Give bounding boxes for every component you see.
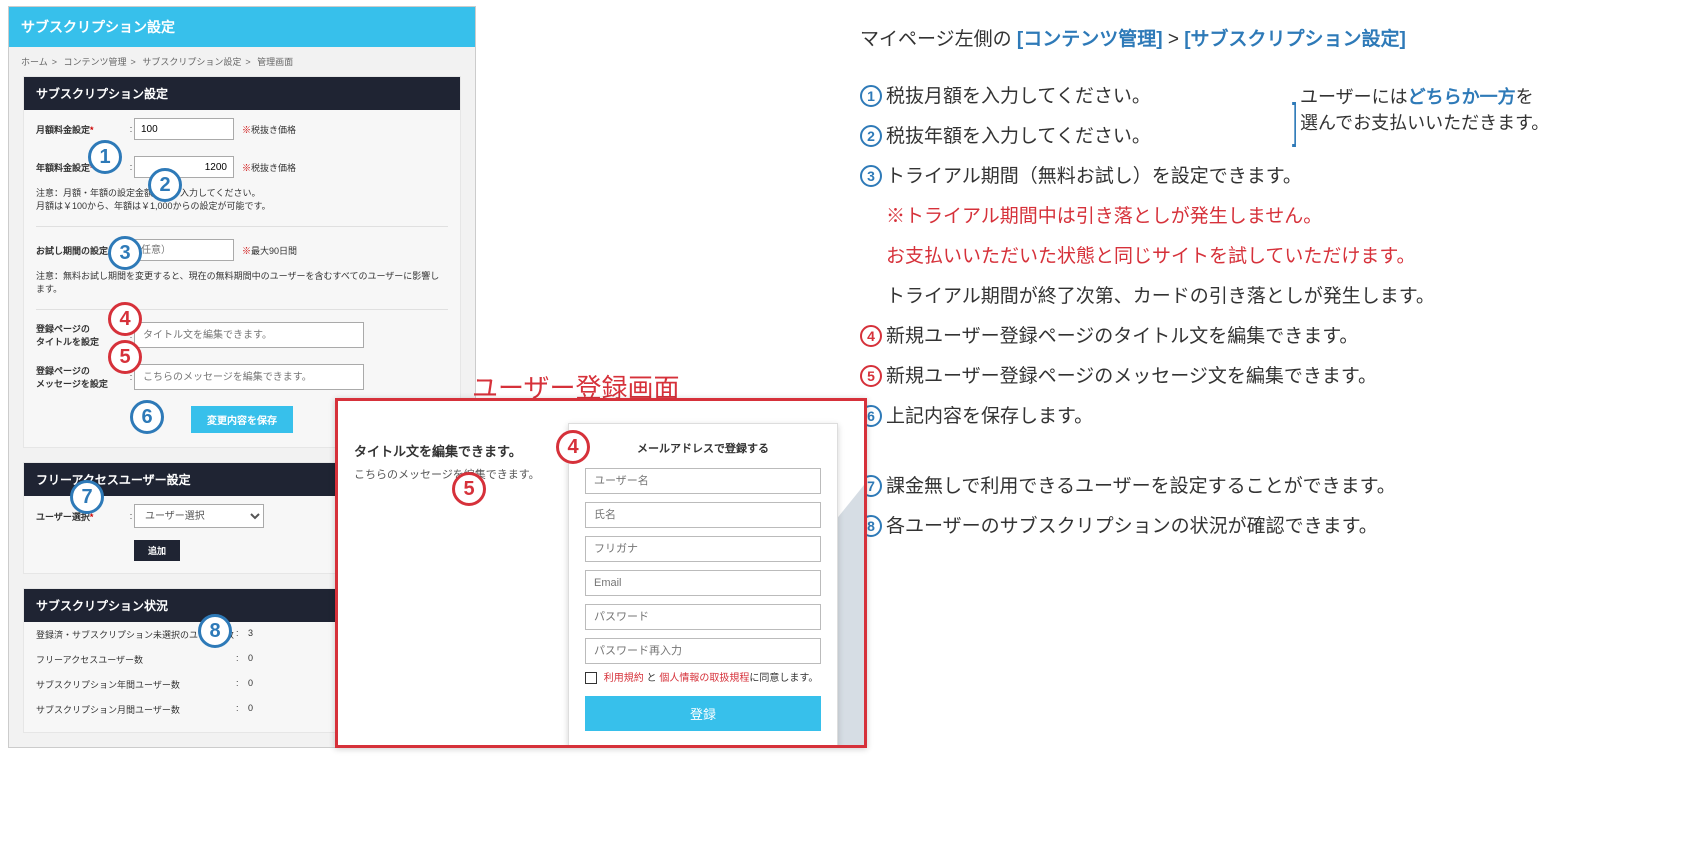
agree-checkbox[interactable] — [585, 672, 597, 684]
password-field[interactable] — [585, 604, 821, 630]
email-field[interactable] — [585, 570, 821, 596]
page-msg-input[interactable] — [134, 364, 364, 390]
fee-note: 注意：月額・年額の設定金額を必ず入力してください。 月額は￥100から、年額は￥… — [24, 186, 460, 222]
bracket-note: ] ユーザーにはどちらか一方を 選んでお支払いいただきます。 — [1300, 84, 1650, 136]
callout-8: 8 — [198, 614, 232, 648]
app-header: サブスクリプション設定 — [9, 7, 475, 47]
furigana-field[interactable] — [585, 536, 821, 562]
register-button[interactable]: 登録 — [585, 696, 821, 731]
password-confirm-field[interactable] — [585, 638, 821, 664]
inst-8: 8各ユーザーのサブスクリプションの状況が確認できます。 — [860, 507, 1680, 547]
inst-3a: ※トライアル期間中は引き落としが発生しません。 — [886, 197, 1680, 237]
monthly-fee-label: 月額料金設定* — [36, 123, 128, 136]
add-button[interactable]: 追加 — [134, 540, 180, 561]
inst-5: 5新規ユーザー登録ページのメッセージ文を編集できます。 — [860, 357, 1680, 397]
callout-3: 3 — [108, 236, 142, 270]
monthly-fee-hint: ※税抜き価格 — [242, 123, 296, 136]
save-button[interactable]: 変更内容を保存 — [191, 406, 293, 433]
monthly-fee-input[interactable] — [134, 118, 234, 140]
name-field[interactable] — [585, 502, 821, 528]
inst-3: 3トライアル期間（無料お試し）を設定できます。 — [860, 157, 1680, 197]
trial-input[interactable] — [134, 239, 234, 261]
page-title-input[interactable] — [134, 322, 364, 348]
callout-5b: 5 — [452, 472, 486, 506]
trial-note: 注意：無料お試し期間を変更すると、現在の無料期間中のユーザーを含むすべてのユーザ… — [24, 269, 460, 305]
yearly-fee-hint: ※税抜き価格 — [242, 161, 296, 174]
user-registration-preview: タイトル文を編集できます。 こちらのメッセージを編集できます。 メールアドレスで… — [335, 398, 867, 748]
inst-7: 7課金無しで利用できるユーザーを設定することができます。 — [860, 467, 1680, 507]
subscription-settings-panel: サブスクリプション設定 月額料金設定* : ※税抜き価格 年額料金設定* : ※… — [23, 76, 461, 448]
panel-title: サブスクリプション設定 — [24, 77, 460, 110]
instructions: マイページ左側の [コンテンツ管理] > [サブスクリプション設定] 1税抜月額… — [860, 24, 1680, 547]
breadcrumb-item: 管理画面 — [257, 57, 293, 67]
breadcrumb-item[interactable]: サブスクリプション設定 — [142, 57, 241, 67]
instructions-path: マイページ左側の [コンテンツ管理] > [サブスクリプション設定] — [860, 24, 1680, 51]
callout-1: 1 — [88, 140, 122, 174]
breadcrumb: ホーム> コンテンツ管理> サブスクリプション設定> 管理画面 — [9, 47, 475, 76]
callout-7: 7 — [70, 480, 104, 514]
callout-4b: 4 — [556, 430, 590, 464]
callout-4: 4 — [108, 302, 142, 336]
callout-6: 6 — [130, 400, 164, 434]
terms-link[interactable]: 利用規約 — [604, 673, 644, 684]
reg-title-text: タイトル文を編集できます。 — [354, 441, 554, 460]
reg-form: メールアドレスで登録する 利用規約 と 個人情報の取扱規程に同意します。 登録 — [568, 423, 838, 748]
inst-3b: お支払いいただいた状態と同じサイトを試していただけます。 — [886, 237, 1680, 277]
agree-line: 利用規約 と 個人情報の取扱規程に同意します。 — [585, 672, 821, 686]
trial-hint: ※最大90日間 — [242, 244, 297, 257]
breadcrumb-item[interactable]: ホーム — [21, 57, 48, 67]
inst-4: 4新規ユーザー登録ページのタイトル文を編集できます。 — [860, 317, 1680, 357]
callout-2: 2 — [148, 168, 182, 202]
inst-3c: トライアル期間が終了次第、カードの引き落としが発生します。 — [886, 277, 1680, 317]
breadcrumb-item[interactable]: コンテンツ管理 — [64, 57, 127, 67]
user-select[interactable]: ユーザー選択 — [134, 504, 264, 528]
privacy-link[interactable]: 個人情報の取扱規程 — [659, 673, 749, 684]
yearly-fee-input[interactable] — [134, 156, 234, 178]
callout-5: 5 — [108, 340, 142, 374]
reg-form-header: メールアドレスで登録する — [585, 440, 821, 456]
username-field[interactable] — [585, 468, 821, 494]
inst-6: 6上記内容を保存します。 — [860, 397, 1680, 437]
instructions-list: 1税抜月額を入力してください。 2税抜年額を入力してください。 3トライアル期間… — [860, 77, 1680, 547]
